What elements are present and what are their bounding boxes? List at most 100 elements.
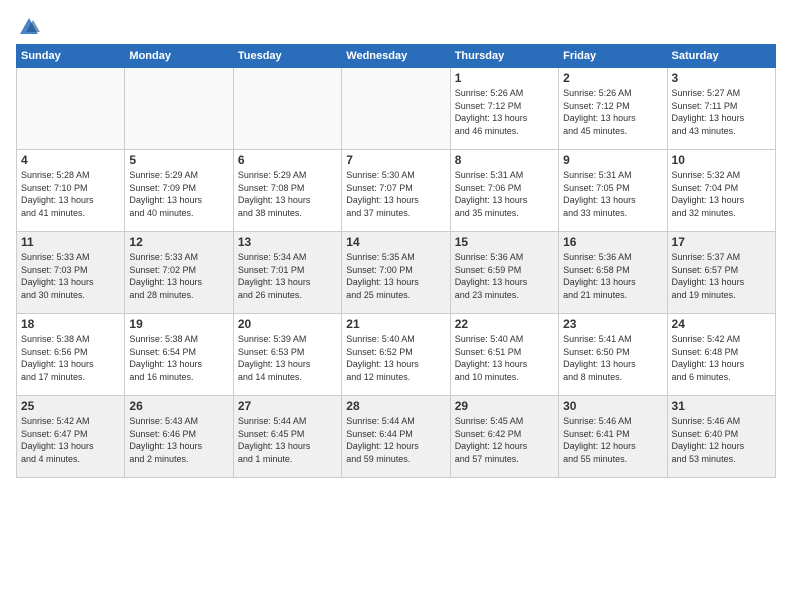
day-info: Sunrise: 5:44 AM Sunset: 6:44 PM Dayligh… <box>346 415 445 465</box>
day-number: 14 <box>346 235 445 249</box>
calendar-cell: 30 Sunrise: 5:46 AM Sunset: 6:41 PM Dayli… <box>559 396 667 478</box>
calendar-cell: 12 Sunrise: 5:33 AM Sunset: 7:02 PM Dayli… <box>125 232 233 314</box>
day-number: 30 <box>563 399 662 413</box>
day-number: 3 <box>672 71 771 85</box>
day-number: 15 <box>455 235 554 249</box>
day-info: Sunrise: 5:40 AM Sunset: 6:52 PM Dayligh… <box>346 333 445 383</box>
day-info: Sunrise: 5:46 AM Sunset: 6:40 PM Dayligh… <box>672 415 771 465</box>
day-info: Sunrise: 5:44 AM Sunset: 6:45 PM Dayligh… <box>238 415 337 465</box>
day-info: Sunrise: 5:38 AM Sunset: 6:56 PM Dayligh… <box>21 333 120 383</box>
calendar-cell: 6Sunrise: 5:29 AM Sunset: 7:08 PM Daylig… <box>233 150 341 232</box>
day-info: Sunrise: 5:32 AM Sunset: 7:04 PM Dayligh… <box>672 169 771 219</box>
calendar-cell: 5 Sunrise: 5:29 AM Sunset: 7:09 PM Daylig… <box>125 150 233 232</box>
day-info: Sunrise: 5:26 AM Sunset: 7:12 PM Dayligh… <box>455 87 554 137</box>
calendar-cell: 14 Sunrise: 5:35 AM Sunset: 7:00 PM Dayli… <box>342 232 450 314</box>
calendar-cell: 22 Sunrise: 5:40 AM Sunset: 6:51 PM Dayli… <box>450 314 558 396</box>
calendar-cell: 19Sunrise: 5:38 AM Sunset: 6:54 PM Dayli… <box>125 314 233 396</box>
day-info: Sunrise: 5:42 AM Sunset: 6:47 PM Dayligh… <box>21 415 120 465</box>
day-number: 20 <box>238 317 337 331</box>
page-container: SundayMondayTuesdayWednesdayThursdayFrid… <box>0 0 792 486</box>
day-number: 24 <box>672 317 771 331</box>
day-number: 23 <box>563 317 662 331</box>
calendar-cell <box>342 68 450 150</box>
day-number: 16 <box>563 235 662 249</box>
day-info: Sunrise: 5:42 AM Sunset: 6:48 PM Dayligh… <box>672 333 771 383</box>
calendar-cell: 2 Sunrise: 5:26 AM Sunset: 7:12 PM Daylig… <box>559 68 667 150</box>
day-number: 8 <box>455 153 554 167</box>
day-info: Sunrise: 5:33 AM Sunset: 7:02 PM Dayligh… <box>129 251 228 301</box>
weekday-header-sunday: Sunday <box>17 45 125 68</box>
calendar-cell: 9 Sunrise: 5:31 AM Sunset: 7:05 PM Daylig… <box>559 150 667 232</box>
day-info: Sunrise: 5:31 AM Sunset: 7:06 PM Dayligh… <box>455 169 554 219</box>
day-number: 12 <box>129 235 228 249</box>
calendar-cell: 27 Sunrise: 5:44 AM Sunset: 6:45 PM Dayli… <box>233 396 341 478</box>
day-number: 5 <box>129 153 228 167</box>
calendar-cell: 1 Sunrise: 5:26 AM Sunset: 7:12 PM Daylig… <box>450 68 558 150</box>
day-number: 27 <box>238 399 337 413</box>
calendar-cell: 28 Sunrise: 5:44 AM Sunset: 6:44 PM Dayli… <box>342 396 450 478</box>
day-info: Sunrise: 5:40 AM Sunset: 6:51 PM Dayligh… <box>455 333 554 383</box>
weekday-header-wednesday: Wednesday <box>342 45 450 68</box>
day-info: Sunrise: 5:29 AM Sunset: 7:09 PM Dayligh… <box>129 169 228 219</box>
day-info: Sunrise: 5:35 AM Sunset: 7:00 PM Dayligh… <box>346 251 445 301</box>
weekday-header-tuesday: Tuesday <box>233 45 341 68</box>
calendar-cell: 20 Sunrise: 5:39 AM Sunset: 6:53 PM Dayli… <box>233 314 341 396</box>
calendar-cell: 10 Sunrise: 5:32 AM Sunset: 7:04 PM Dayli… <box>667 150 775 232</box>
calendar-cell: 18 Sunrise: 5:38 AM Sunset: 6:56 PM Dayli… <box>17 314 125 396</box>
day-number: 1 <box>455 71 554 85</box>
calendar-cell: 8 Sunrise: 5:31 AM Sunset: 7:06 PM Daylig… <box>450 150 558 232</box>
calendar-cell <box>17 68 125 150</box>
day-number: 28 <box>346 399 445 413</box>
day-number: 22 <box>455 317 554 331</box>
day-info: Sunrise: 5:38 AM Sunset: 6:54 PM Dayligh… <box>129 333 228 383</box>
day-number: 11 <box>21 235 120 249</box>
weekday-header-friday: Friday <box>559 45 667 68</box>
day-number: 18 <box>21 317 120 331</box>
calendar-cell <box>125 68 233 150</box>
day-number: 7 <box>346 153 445 167</box>
logo-icon <box>18 16 40 38</box>
day-info: Sunrise: 5:46 AM Sunset: 6:41 PM Dayligh… <box>563 415 662 465</box>
calendar-cell <box>233 68 341 150</box>
day-info: Sunrise: 5:27 AM Sunset: 7:11 PM Dayligh… <box>672 87 771 137</box>
day-info: Sunrise: 5:39 AM Sunset: 6:53 PM Dayligh… <box>238 333 337 383</box>
calendar-cell: 3 Sunrise: 5:27 AM Sunset: 7:11 PM Daylig… <box>667 68 775 150</box>
weekday-header-monday: Monday <box>125 45 233 68</box>
day-number: 9 <box>563 153 662 167</box>
calendar-cell: 4Sunrise: 5:28 AM Sunset: 7:10 PM Daylig… <box>17 150 125 232</box>
day-number: 21 <box>346 317 445 331</box>
day-number: 6 <box>238 153 337 167</box>
day-info: Sunrise: 5:31 AM Sunset: 7:05 PM Dayligh… <box>563 169 662 219</box>
day-number: 10 <box>672 153 771 167</box>
calendar-cell: 24 Sunrise: 5:42 AM Sunset: 6:48 PM Dayli… <box>667 314 775 396</box>
calendar-cell: 31 Sunrise: 5:46 AM Sunset: 6:40 PM Dayli… <box>667 396 775 478</box>
weekday-header-thursday: Thursday <box>450 45 558 68</box>
calendar-cell: 26 Sunrise: 5:43 AM Sunset: 6:46 PM Dayli… <box>125 396 233 478</box>
day-info: Sunrise: 5:30 AM Sunset: 7:07 PM Dayligh… <box>346 169 445 219</box>
day-info: Sunrise: 5:43 AM Sunset: 6:46 PM Dayligh… <box>129 415 228 465</box>
logo <box>16 16 40 34</box>
day-info: Sunrise: 5:34 AM Sunset: 7:01 PM Dayligh… <box>238 251 337 301</box>
day-number: 26 <box>129 399 228 413</box>
calendar-cell: 16 Sunrise: 5:36 AM Sunset: 6:58 PM Dayli… <box>559 232 667 314</box>
calendar-cell: 21 Sunrise: 5:40 AM Sunset: 6:52 PM Dayli… <box>342 314 450 396</box>
calendar-cell: 11 Sunrise: 5:33 AM Sunset: 7:03 PM Dayli… <box>17 232 125 314</box>
day-number: 17 <box>672 235 771 249</box>
day-info: Sunrise: 5:28 AM Sunset: 7:10 PM Dayligh… <box>21 169 120 219</box>
calendar-cell: 29Sunrise: 5:45 AM Sunset: 6:42 PM Dayli… <box>450 396 558 478</box>
day-info: Sunrise: 5:26 AM Sunset: 7:12 PM Dayligh… <box>563 87 662 137</box>
calendar-cell: 7 Sunrise: 5:30 AM Sunset: 7:07 PM Daylig… <box>342 150 450 232</box>
calendar-table: SundayMondayTuesdayWednesdayThursdayFrid… <box>16 44 776 478</box>
header <box>16 16 776 34</box>
calendar-cell: 15 Sunrise: 5:36 AM Sunset: 6:59 PM Dayli… <box>450 232 558 314</box>
day-info: Sunrise: 5:36 AM Sunset: 6:59 PM Dayligh… <box>455 251 554 301</box>
day-number: 13 <box>238 235 337 249</box>
day-info: Sunrise: 5:36 AM Sunset: 6:58 PM Dayligh… <box>563 251 662 301</box>
day-number: 2 <box>563 71 662 85</box>
day-number: 29 <box>455 399 554 413</box>
day-info: Sunrise: 5:33 AM Sunset: 7:03 PM Dayligh… <box>21 251 120 301</box>
day-number: 31 <box>672 399 771 413</box>
day-info: Sunrise: 5:37 AM Sunset: 6:57 PM Dayligh… <box>672 251 771 301</box>
calendar-cell: 13 Sunrise: 5:34 AM Sunset: 7:01 PM Dayli… <box>233 232 341 314</box>
day-info: Sunrise: 5:41 AM Sunset: 6:50 PM Dayligh… <box>563 333 662 383</box>
